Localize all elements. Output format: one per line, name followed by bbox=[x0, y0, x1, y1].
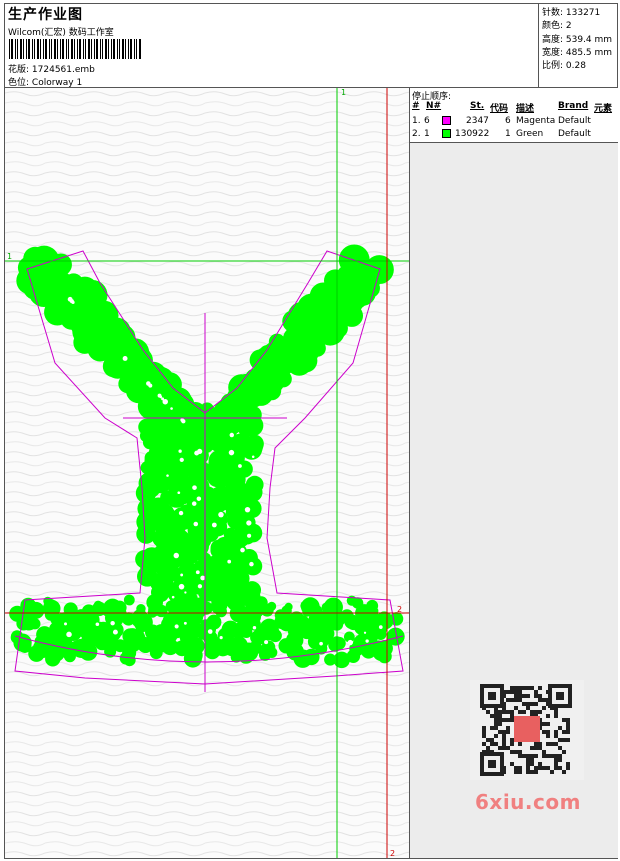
guide-v2-label: 2 bbox=[390, 849, 395, 858]
row-number: 2. bbox=[412, 129, 421, 139]
file-label: 花版: bbox=[8, 65, 30, 75]
col-stitches: St. bbox=[470, 101, 485, 111]
guide-v1-label: 1 bbox=[341, 88, 346, 97]
col-index: # bbox=[412, 101, 420, 111]
color-swatch bbox=[442, 116, 451, 125]
row-brand: Default bbox=[558, 129, 591, 139]
col-brand: Brand bbox=[558, 101, 589, 111]
row-brand: Default bbox=[558, 116, 591, 126]
guide-h1-label: 1 bbox=[7, 252, 12, 261]
sequence-table: 停止顺序: # N# St. 代码 描述 Brand 元素 1. 6 2347 … bbox=[410, 88, 618, 143]
row-number: 1. bbox=[412, 116, 421, 126]
design-canvas[interactable]: 1 1 2 2 bbox=[5, 88, 410, 858]
color-swatch bbox=[442, 129, 451, 138]
row-needle: 6 bbox=[424, 116, 430, 126]
embroidery-preview: 1 1 2 2 bbox=[5, 88, 409, 858]
row-stitches: 2347 bbox=[466, 116, 489, 126]
col-element: 元素 bbox=[594, 104, 613, 114]
row-code: 1 bbox=[505, 129, 511, 139]
design-height: 高度: 539.4 mm bbox=[542, 35, 613, 45]
design-scale: 比例: 0.28 bbox=[542, 61, 586, 71]
header-info: 生产作业图 Wilcom(汇宏) 数码工作室 花版: 1724561.emb 色… bbox=[5, 4, 535, 88]
col-code: 代码 bbox=[490, 104, 509, 114]
row-stitches: 130922 bbox=[455, 129, 490, 139]
row-needle: 1 bbox=[424, 129, 430, 139]
row-desc: Green bbox=[516, 129, 544, 139]
sheet-title: 生产作业图 bbox=[8, 7, 83, 23]
guide-h2-label: 2 bbox=[397, 605, 402, 614]
qr-code-image bbox=[470, 680, 584, 780]
col-desc: 描述 bbox=[516, 104, 535, 114]
file-value: 1724561.emb bbox=[31, 65, 95, 75]
stats-box: 针数: 133271 颜色: 2 高度: 539.4 mm 宽度: 485.5 … bbox=[538, 3, 618, 87]
watermark-text: 6xiu.com bbox=[475, 790, 581, 814]
barcode-image bbox=[9, 39, 141, 59]
row-desc: Magenta bbox=[516, 116, 556, 126]
design-width: 宽度: 485.5 mm bbox=[542, 48, 613, 58]
file-line: 花版: 1724561.emb bbox=[8, 62, 95, 75]
studio-name: Wilcom(汇宏) 数码工作室 bbox=[8, 28, 114, 38]
stitch-count: 针数: 133271 bbox=[542, 8, 601, 18]
color-count: 颜色: 2 bbox=[542, 21, 572, 31]
row-code: 6 bbox=[505, 116, 511, 126]
col-needle: N# bbox=[426, 101, 442, 111]
